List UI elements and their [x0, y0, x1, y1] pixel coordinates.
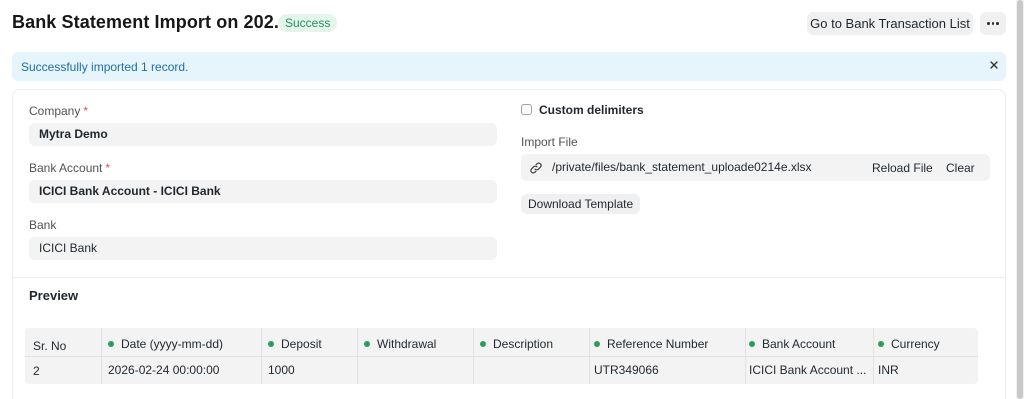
success-alert: Successfully imported 1 record. — [12, 52, 1006, 81]
bank-field[interactable]: ICICI Bank — [29, 237, 497, 260]
go-to-bank-transaction-list-button[interactable]: Go to Bank Transaction List — [807, 12, 973, 35]
table-cell-sr-no: 2 — [33, 364, 40, 378]
table-row-divider — [25, 356, 978, 357]
preview-table: Sr. No Date (yyyy-mm-dd) Deposit Withdra… — [25, 328, 978, 384]
column-header-deposit: Deposit — [268, 337, 322, 351]
column-divider — [261, 328, 262, 384]
status-badge: Success — [278, 14, 338, 32]
table-cell-deposit: 1000 — [268, 363, 295, 377]
link-icon — [530, 162, 542, 174]
column-header-currency: Currency — [878, 337, 940, 351]
page-header: Bank Statement Import on 202... Success … — [0, 0, 1024, 48]
page-scrollbar[interactable] — [1016, 0, 1024, 399]
preview-title: Preview — [29, 288, 79, 303]
import-form-card: Company * Mytra Demo Bank Account * ICICI … — [12, 89, 1006, 399]
more-actions-button[interactable] — [980, 12, 1006, 35]
page-title: Bank Statement Import on 202... — [12, 12, 290, 32]
import-file-label: Import File — [521, 135, 578, 149]
column-divider — [589, 328, 590, 384]
import-file-path[interactable]: /private/files/bank_statement_uploade021… — [552, 160, 812, 174]
custom-delimiters-checkbox[interactable] — [521, 104, 532, 115]
column-header-date: Date (yyyy-mm-dd) — [108, 337, 223, 351]
column-divider — [101, 328, 102, 384]
download-template-button[interactable]: Download Template — [521, 194, 641, 214]
company-field[interactable]: Mytra Demo — [29, 123, 497, 146]
status-dot-icon — [594, 341, 600, 347]
table-cell-reference-number: UTR349066 — [594, 363, 659, 377]
column-divider — [357, 328, 358, 384]
column-header-sr-no: Sr. No — [33, 339, 67, 353]
section-divider — [13, 277, 1005, 278]
column-divider — [745, 328, 746, 384]
reload-file-button[interactable]: Reload File — [872, 161, 933, 175]
status-dot-icon — [749, 341, 755, 347]
bank-label: Bank — [29, 218, 57, 232]
table-cell-currency: INR — [878, 363, 899, 377]
column-divider — [473, 328, 474, 384]
bank-account-field[interactable]: ICICI Bank Account - ICICI Bank — [29, 180, 497, 203]
company-label: Company * — [29, 104, 89, 118]
status-dot-icon — [364, 341, 370, 347]
table-cell-date: 2026-02-24 00:00:00 — [108, 363, 220, 377]
import-file-field: /private/files/bank_statement_uploade021… — [521, 154, 990, 181]
clear-file-button[interactable]: Clear — [946, 161, 975, 175]
status-dot-icon — [878, 341, 884, 347]
column-divider — [873, 328, 874, 384]
status-dot-icon — [108, 341, 114, 347]
status-dot-icon — [268, 341, 274, 347]
bank-account-label: Bank Account * — [29, 161, 111, 175]
status-dot-icon — [480, 341, 486, 347]
column-header-withdrawal: Withdrawal — [364, 337, 436, 351]
table-cell-bank-account: ICICI Bank Account ... — [749, 363, 867, 377]
more-horizontal-icon — [987, 22, 999, 25]
column-header-bank-account: Bank Account — [749, 337, 835, 351]
column-header-description: Description — [480, 337, 553, 351]
column-header-reference-number: Reference Number — [594, 337, 708, 351]
scrollbar-thumb[interactable] — [1017, 0, 1023, 399]
custom-delimiters-label[interactable]: Custom delimiters — [539, 103, 644, 117]
alert-message: Successfully imported 1 record. — [21, 60, 189, 74]
close-icon[interactable] — [988, 59, 1000, 71]
